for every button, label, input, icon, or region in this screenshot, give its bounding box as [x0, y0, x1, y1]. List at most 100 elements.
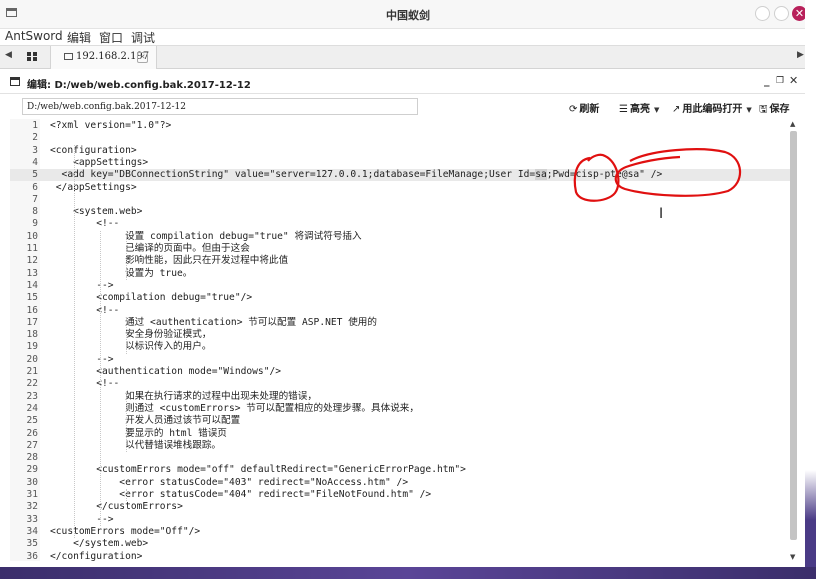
code-line: <authentication mode="Windows"/>	[50, 366, 282, 377]
highlight-label: 高亮	[629, 104, 650, 115]
line-number: 11	[26, 243, 38, 254]
code-line: -->	[50, 353, 114, 365]
refresh-button[interactable]: ⟳ 刷新	[569, 100, 599, 115]
menu-window[interactable]: 窗口	[99, 29, 123, 46]
code-editor[interactable]: 1 <?xml version="1.0"?> 2 3 <configuration> 4…	[10, 119, 802, 561]
tab-bar: ◀ 192.168.2.197 ✕ ▶	[0, 45, 816, 69]
line-number: 30	[26, 476, 38, 488]
folder-icon	[64, 53, 73, 60]
line-number: 36	[26, 550, 38, 562]
line-number: 32	[26, 501, 38, 513]
save-icon: 🖫	[759, 104, 768, 115]
line-number: 1	[32, 120, 38, 131]
indent-guide	[126, 316, 127, 354]
line-number: 10	[26, 230, 38, 242]
menu-edit[interactable]: 编辑	[67, 29, 91, 46]
tab-scroll-right-icon[interactable]: ▶	[797, 50, 804, 60]
highlight-dropdown[interactable]: ☰ 高亮 ▼	[619, 100, 659, 115]
code-line: <add key="DBConnectionString" value="ser…	[50, 169, 663, 181]
line-number: 16	[26, 304, 38, 316]
close-icon: ✕	[794, 7, 805, 20]
code-line: <customErrors mode="Off"/>	[50, 525, 201, 537]
line-number: 29	[26, 464, 38, 476]
line-number: 21	[26, 366, 38, 377]
line-number: 9	[32, 218, 38, 230]
selected-text: sa	[535, 169, 547, 181]
code-line: <?xml version="1.0"?>	[50, 120, 172, 131]
code-line: 以代替错误堆栈跟踪。	[50, 439, 222, 451]
code-line: <!--	[50, 378, 120, 390]
chevron-down-icon: ▼	[653, 106, 660, 114]
minimize-button[interactable]	[755, 6, 770, 21]
code-line: 已编译的页面中。但由于这会	[50, 243, 250, 254]
line-number: 12	[26, 255, 38, 267]
code-line: 设置为 true。	[50, 267, 193, 279]
code-line: <!--	[50, 218, 120, 230]
line-number: 31	[26, 489, 38, 500]
code-line: </system.web>	[50, 538, 149, 550]
code-line: <compilation debug="true"/>	[50, 292, 253, 304]
code-line: 开发人员通过该节可以配置	[50, 415, 241, 427]
indent-guide	[100, 230, 101, 526]
line-number: 26	[26, 427, 38, 439]
desktop-taskbar	[0, 567, 816, 579]
line-number: 18	[26, 329, 38, 341]
desktop-background	[805, 0, 816, 579]
menu-debug[interactable]: 调试	[131, 29, 155, 46]
chevron-down-icon: ▼	[746, 106, 752, 114]
menu-bar: AntSword 编辑 窗口 调试	[0, 28, 816, 45]
maximize-button[interactable]	[774, 6, 789, 21]
panel-close-button[interactable]: ✕	[789, 74, 798, 87]
line-number: 23	[26, 390, 38, 402]
code-line: 如果在执行请求的过程中出现未处理的错误，	[50, 390, 317, 402]
scroll-down-icon[interactable]: ▼	[790, 553, 795, 561]
code-line: </configuration>	[50, 550, 143, 562]
panel-minimize-button[interactable]: _	[764, 74, 770, 87]
line-number: 25	[26, 415, 38, 427]
line-number: 24	[26, 402, 38, 414]
line-number: 20	[26, 353, 38, 365]
editor-window-icon	[10, 77, 20, 86]
tab-scroll-left-icon[interactable]: ◀	[5, 50, 12, 60]
code-line: <customErrors mode="off" defaultRedirect…	[50, 464, 466, 476]
share-icon: ↗	[672, 104, 681, 115]
save-label: 保存	[769, 104, 790, 115]
code-line: -->	[50, 279, 114, 291]
line-number: 8	[32, 206, 38, 218]
line-number: 7	[32, 193, 38, 205]
code-line: <!--	[50, 304, 120, 316]
scroll-up-icon[interactable]: ▲	[790, 120, 795, 128]
line-number: 22	[26, 378, 38, 390]
code-line: -->	[50, 513, 114, 525]
line-number: 17	[26, 316, 38, 328]
open-with-encoding-dropdown[interactable]: ↗ 用此编码打开 ▼	[672, 100, 752, 115]
line-number: 19	[26, 341, 38, 353]
line-number: 28	[26, 452, 38, 464]
code-line: <configuration>	[50, 144, 137, 156]
scrollbar-thumb[interactable]	[790, 131, 797, 540]
line-number: 3	[32, 144, 38, 156]
tab-host[interactable]: 192.168.2.197 ✕	[51, 46, 157, 69]
line-number: 34	[26, 525, 38, 537]
code-line: </customErrors>	[50, 501, 183, 513]
code-line: 要显示的 html 错误页	[50, 427, 227, 439]
refresh-label: 刷新	[579, 104, 600, 115]
code-line: <appSettings>	[50, 156, 149, 168]
menu-antsword[interactable]: AntSword	[5, 29, 63, 43]
tab-home[interactable]	[14, 46, 51, 68]
file-path-input[interactable]	[22, 98, 418, 115]
line-number: 33	[26, 513, 38, 525]
panel-maximize-button[interactable]: ❐	[776, 76, 784, 86]
code-line: <error statusCode="403" redirect="NoAcce…	[50, 476, 409, 488]
line-number: 15	[26, 292, 38, 304]
vertical-scrollbar[interactable]: ▲ ▼	[789, 120, 799, 561]
open-with-encoding-label: 用此编码打开	[682, 104, 743, 115]
window-titlebar: 中国蚁剑 ✕	[0, 0, 816, 29]
save-button[interactable]: 🖫 保存	[759, 100, 790, 119]
code-line: 则通过 <customErrors> 节可以配置相应的处理步骤。具体说来，	[50, 402, 419, 414]
code-line: </appSettings>	[50, 181, 137, 193]
tab-close-icon[interactable]: ✕	[137, 52, 148, 63]
code-line: 影响性能，因此只在开发过程中将此值	[50, 255, 289, 267]
editor-title: 编辑: D:/web/web.config.bak.2017-12-12	[27, 80, 251, 91]
line-number: 13	[26, 267, 38, 279]
